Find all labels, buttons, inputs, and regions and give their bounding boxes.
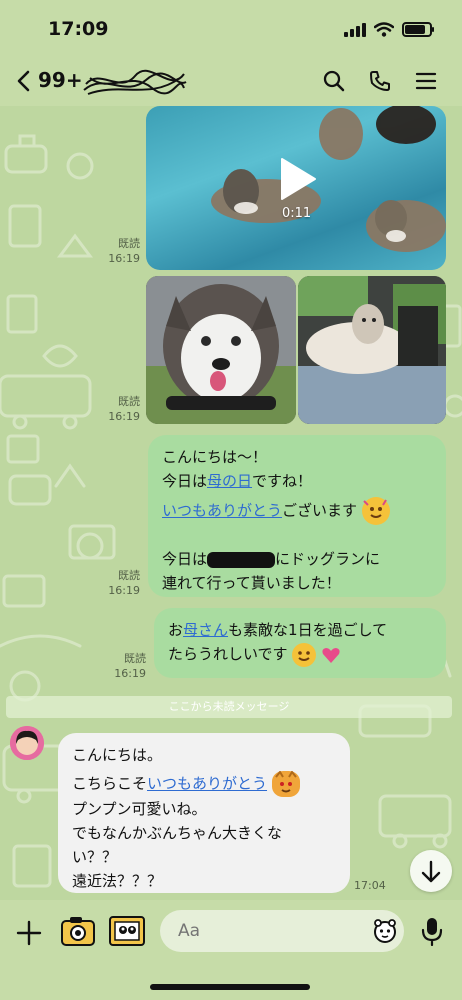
read-receipt: 既読 16:19 <box>100 394 140 424</box>
keyword-link[interactable]: 母の日 <box>207 472 252 490</box>
message-input[interactable] <box>160 910 404 952</box>
text: ございます <box>282 501 358 520</box>
message-time: 17:04 <box>354 879 386 892</box>
menu-icon[interactable] <box>414 69 438 93</box>
read-label: 既読 <box>118 237 140 250</box>
cat-heart-emoji-icon <box>271 770 300 797</box>
text: たらうれしいです <box>168 645 288 663</box>
play-icon[interactable] <box>278 156 318 202</box>
message-line: お母さんも素敵な1日を過ごして <box>168 618 432 642</box>
heart-emoji-icon <box>322 647 340 663</box>
message-time: 16:19 <box>108 410 140 423</box>
party-face-emoji-icon <box>361 497 390 525</box>
message-time: 16:19 <box>108 584 140 597</box>
message-line: こちらこそいつもありがとう <box>72 770 336 797</box>
video-message[interactable]: 0:11 <box>146 106 446 270</box>
image-icon[interactable] <box>108 914 146 948</box>
keyword-link[interactable]: いつもありがとう <box>147 775 267 793</box>
message-line: 今日は にドッグランに <box>162 547 432 571</box>
text: お <box>168 621 184 639</box>
home-indicator <box>150 984 310 990</box>
text: も素敵な1日を過ごして <box>228 621 388 639</box>
text: ですね！ <box>252 472 313 490</box>
back-chevron-icon[interactable] <box>16 70 32 92</box>
redacted-contact-name <box>83 69 187 95</box>
chat-header: 99+ <box>0 56 462 106</box>
status-bar: 17:09 <box>0 0 462 56</box>
unread-count[interactable]: 99+ <box>38 68 83 92</box>
avatar-image <box>10 726 44 760</box>
read-label: 既読 <box>124 652 146 665</box>
text: 今日は <box>162 550 208 568</box>
video-duration: 0:11 <box>282 206 312 221</box>
scroll-down-button[interactable] <box>410 850 452 892</box>
status-icons <box>344 22 434 37</box>
outgoing-message[interactable]: お母さんも素敵な1日を過ごして たらうれしいです <box>154 608 446 678</box>
message-line: たらうれしいです <box>168 642 432 667</box>
message-line: プンプン可愛いね。 <box>72 800 207 818</box>
scroll-down-icon <box>421 860 441 883</box>
message-line: でもなんかぶんちゃん大きくな <box>72 824 283 842</box>
message-line: いつもありがとうございます <box>162 497 432 525</box>
message-line: 連れて行って貰いました！ <box>162 574 341 592</box>
message-line: こんにちは。 <box>72 746 163 764</box>
chat-area[interactable]: 0:11 既読 16:19 既読 16:19 こんにちは〜！ 今日は母の日ですね… <box>0 106 462 900</box>
phone-icon[interactable] <box>368 69 392 93</box>
read-receipt: 既読 16:19 <box>100 236 140 266</box>
text: にドッグランに <box>275 550 381 568</box>
text: こちらこそ <box>72 774 148 793</box>
avatar[interactable] <box>10 726 44 760</box>
photo-dog-portrait[interactable] <box>146 276 296 424</box>
outgoing-message[interactable]: こんにちは〜！ 今日は母の日ですね！ いつもありがとうございます 今日は にドッグ… <box>148 435 446 597</box>
read-label: 既読 <box>118 569 140 582</box>
keyword-link[interactable]: いつもありがとう <box>162 502 282 520</box>
camera-icon[interactable] <box>60 914 96 948</box>
message-time: 16:19 <box>108 252 140 265</box>
wifi-icon <box>374 22 394 37</box>
read-receipt: 既読 16:19 <box>100 651 146 681</box>
battery-level <box>405 25 426 34</box>
keyword-link[interactable]: 母さん <box>183 621 228 639</box>
message-line: 今日は母の日ですね！ <box>162 469 432 493</box>
search-icon[interactable] <box>322 69 346 93</box>
text: 今日は <box>162 472 208 490</box>
redacted-name <box>207 551 276 568</box>
read-label: 既読 <box>118 395 140 408</box>
battery-icon <box>402 22 434 37</box>
plus-icon[interactable] <box>16 920 42 946</box>
photo-dog-in-car[interactable] <box>298 276 446 424</box>
incoming-message[interactable]: こんにちは。 こちらこそいつもありがとう プンプン可愛いね。 でもなんかぶんちゃ… <box>58 733 350 893</box>
mic-icon[interactable] <box>420 916 444 946</box>
dog-in-car-image <box>298 276 446 424</box>
sticker-icon[interactable] <box>372 918 398 944</box>
smiling-face-emoji-icon <box>292 642 317 667</box>
unread-separator: ここから未読メッセージ <box>6 696 452 718</box>
dog-portrait-image <box>146 276 296 424</box>
message-line: 遠近法？？？ <box>72 872 163 890</box>
message-line: い？？ <box>72 848 118 866</box>
read-receipt: 既読 16:19 <box>100 568 140 598</box>
signal-icon <box>344 22 366 37</box>
message-line: こんにちは〜！ <box>162 448 268 466</box>
status-time: 17:09 <box>48 18 109 40</box>
message-time: 16:19 <box>114 667 146 680</box>
